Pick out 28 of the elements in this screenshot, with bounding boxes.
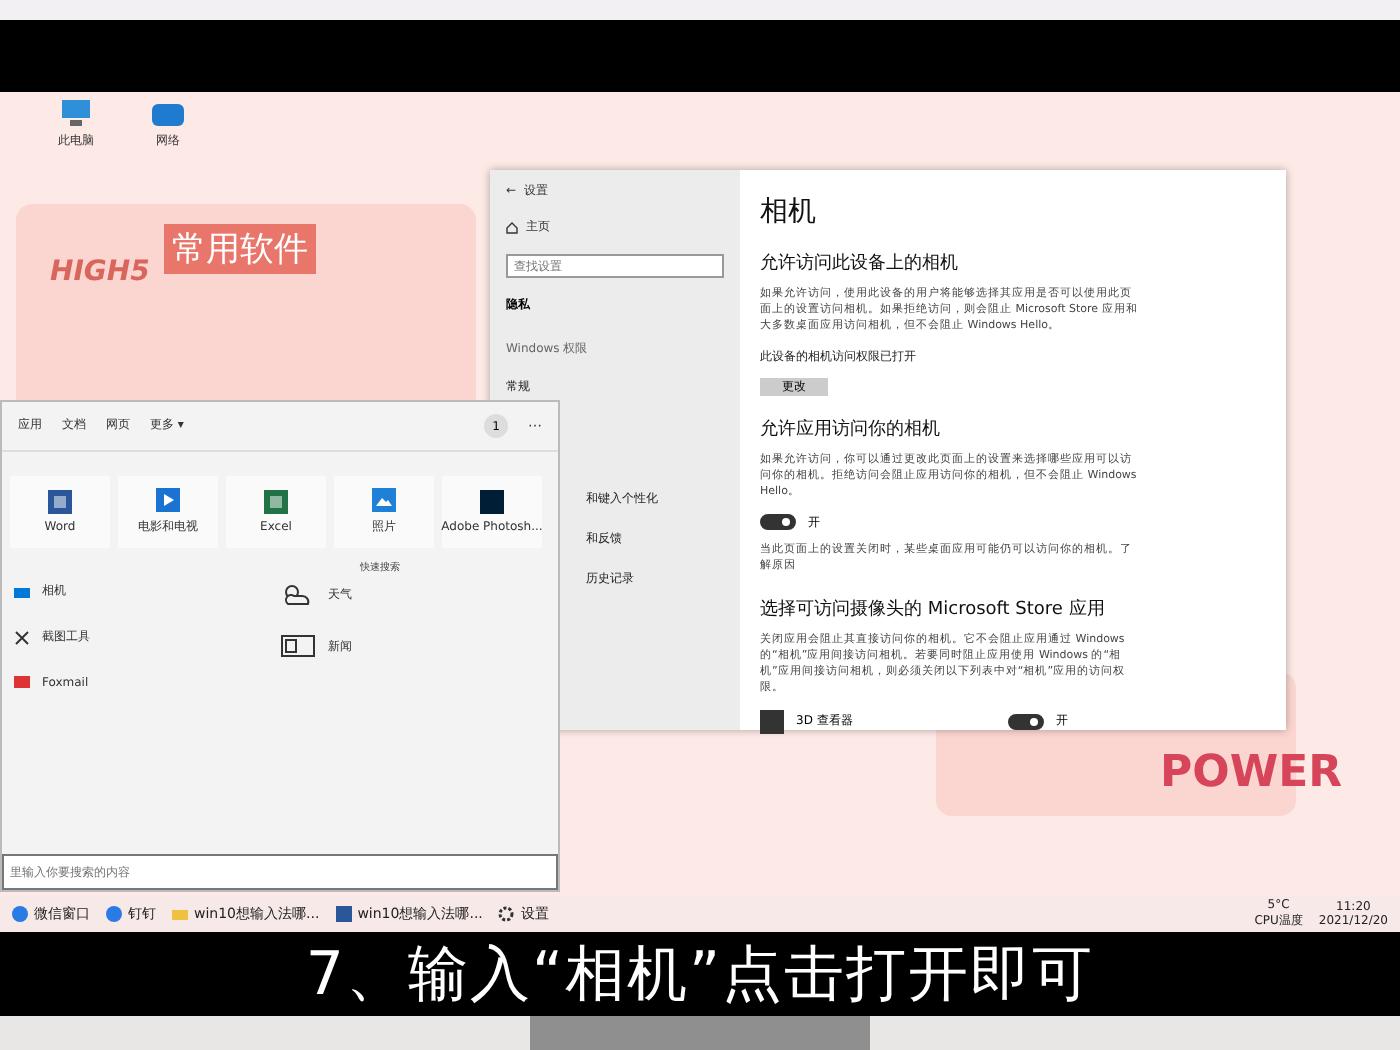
excel-app-icon <box>264 490 288 514</box>
toggle-switch[interactable] <box>760 514 796 531</box>
gear-icon <box>498 906 515 922</box>
section-heading: 允许应用访问你的相机 <box>760 417 942 442</box>
news-icon <box>280 634 316 658</box>
app-icon <box>760 709 784 734</box>
subtitle-text: 7、输入“相机”点击打开即可 <box>305 937 1095 1013</box>
video-app-icon <box>156 488 180 512</box>
word-app-icon <box>48 490 72 514</box>
computer-icon[interactable] <box>58 100 94 128</box>
folder-icon <box>172 906 188 922</box>
word-app-icon <box>335 906 352 922</box>
scissors-icon <box>14 629 30 645</box>
ps-app-icon <box>480 490 504 514</box>
page-title: 相机 <box>760 194 818 230</box>
section-heading: 选择可访问摄像头的 Microsoft Store 应用 <box>760 597 1107 622</box>
toggle-switch[interactable] <box>1008 713 1044 730</box>
section-heading: 允许访问此设备上的相机 <box>760 251 960 276</box>
decor-text: POWER <box>1160 748 1343 798</box>
app-icon <box>106 906 122 922</box>
network-icon[interactable] <box>150 100 186 128</box>
camera-icon <box>14 583 30 599</box>
app-icon <box>12 906 28 922</box>
home-icon <box>506 221 518 233</box>
mail-icon <box>14 674 30 690</box>
banner-text: 常用软件 <box>164 224 316 274</box>
photo-app-icon <box>372 488 396 512</box>
decor-text: HIGH5 <box>50 256 150 288</box>
